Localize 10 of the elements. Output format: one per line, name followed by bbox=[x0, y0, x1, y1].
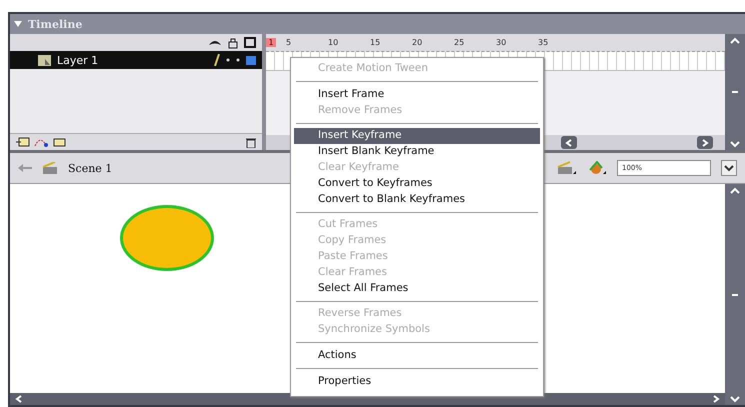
frame-number: 25 bbox=[454, 38, 466, 47]
frame-number: 30 bbox=[496, 38, 508, 47]
scene-name: Scene 1 bbox=[68, 162, 112, 174]
frame-number: 20 bbox=[412, 38, 424, 47]
layer-name: Layer 1 bbox=[57, 54, 98, 66]
frame-number: 15 bbox=[370, 38, 382, 47]
panel-title: Timeline bbox=[28, 18, 82, 30]
frame-number: 5 bbox=[286, 38, 292, 47]
frame-number: 10 bbox=[328, 38, 340, 47]
frame-number: 35 bbox=[538, 38, 550, 47]
